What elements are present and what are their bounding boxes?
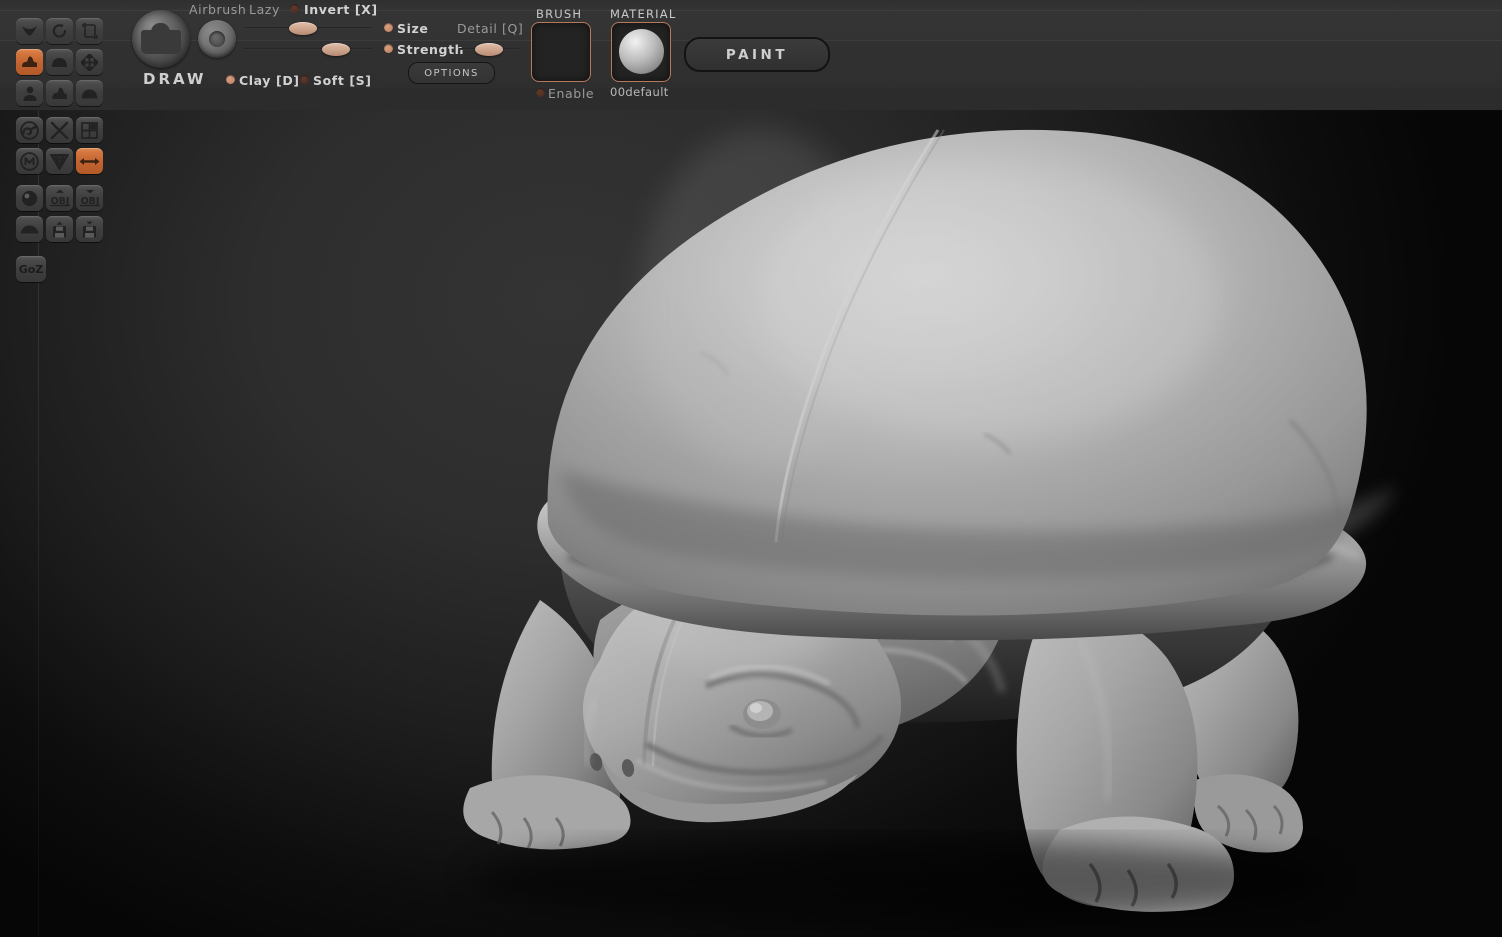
no-symmetry-icon[interactable] <box>46 117 73 143</box>
rotate-icon[interactable] <box>46 18 73 44</box>
3d-viewport[interactable] <box>0 0 1502 937</box>
mirror-m-icon[interactable] <box>16 148 43 174</box>
move-arrows-icon[interactable] <box>76 49 103 75</box>
scale-icon[interactable] <box>16 80 43 106</box>
material-name-label: 00default <box>610 85 669 99</box>
stroke-donut-hole <box>209 31 225 47</box>
airbrush-label[interactable]: Airbrush <box>189 2 246 17</box>
left-icon-rail: OBJ OBJ GoZ <box>0 0 112 300</box>
invert-toggle-dot[interactable] <box>290 4 299 13</box>
move-blob-icon[interactable] <box>46 49 73 75</box>
size-toggle-dot[interactable] <box>384 23 393 32</box>
soft-toggle-dot[interactable] <box>300 75 309 84</box>
flatten-icon[interactable] <box>76 80 103 106</box>
smooth-icon[interactable] <box>46 80 73 106</box>
size-label: Size <box>397 21 429 36</box>
toolbar-bottom-fade <box>0 88 1502 112</box>
strength-slider-knob[interactable] <box>322 43 350 56</box>
draw-mode-label: DRAW <box>143 70 207 88</box>
size-slider-knob[interactable] <box>289 22 317 35</box>
stroke-type-selector[interactable] <box>198 20 236 58</box>
options-button[interactable]: OPTIONS <box>408 62 495 84</box>
draw-mode-icon[interactable] <box>16 49 43 75</box>
brush-panel-title: BRUSH <box>536 7 583 21</box>
symmetry-swirl-icon[interactable] <box>16 117 43 143</box>
turtle-model <box>463 129 1396 922</box>
brush-enable-label[interactable]: Enable <box>548 86 594 101</box>
sphere-primitive-icon[interactable] <box>16 185 43 211</box>
brush-swatch[interactable] <box>531 22 591 82</box>
strength-toggle-dot[interactable] <box>384 44 393 53</box>
save-tool-icon[interactable] <box>76 216 103 242</box>
goz-icon[interactable]: GoZ <box>16 256 46 282</box>
grid-icon[interactable] <box>76 117 103 143</box>
export-obj-icon[interactable]: OBJ <box>76 185 103 211</box>
brush-enable-dot[interactable] <box>536 88 545 97</box>
clay-label[interactable]: Clay [D] <box>239 73 300 88</box>
material-panel-title: MATERIAL <box>610 7 677 21</box>
goz-label: GoZ <box>18 262 44 276</box>
paint-button[interactable]: PAINT <box>684 37 830 72</box>
material-swatch[interactable] <box>611 22 671 82</box>
strength-slider-track[interactable] <box>244 48 372 50</box>
import-obj-icon[interactable]: OBJ <box>46 185 73 211</box>
material-preview-sphere <box>619 29 664 74</box>
wireframe-icon[interactable] <box>46 148 73 174</box>
invert-label[interactable]: Invert [X] <box>304 2 378 17</box>
transform-frame-icon[interactable] <box>76 18 103 44</box>
load-tool-icon[interactable] <box>46 216 73 242</box>
detail-slider-knob[interactable] <box>475 43 503 56</box>
plane-icon[interactable] <box>16 216 43 242</box>
brush-preview-globe[interactable] <box>132 10 190 68</box>
soft-label[interactable]: Soft [S] <box>313 73 372 88</box>
symmetry-x-icon[interactable] <box>76 148 103 174</box>
edit-object-icon[interactable] <box>16 18 43 44</box>
strength-label: Strength <box>397 42 465 57</box>
detail-label: Detail [Q] <box>457 21 524 36</box>
clay-toggle-dot[interactable] <box>226 75 235 84</box>
brush-profile-shape <box>141 30 181 54</box>
lazy-label[interactable]: Lazy <box>249 2 280 17</box>
